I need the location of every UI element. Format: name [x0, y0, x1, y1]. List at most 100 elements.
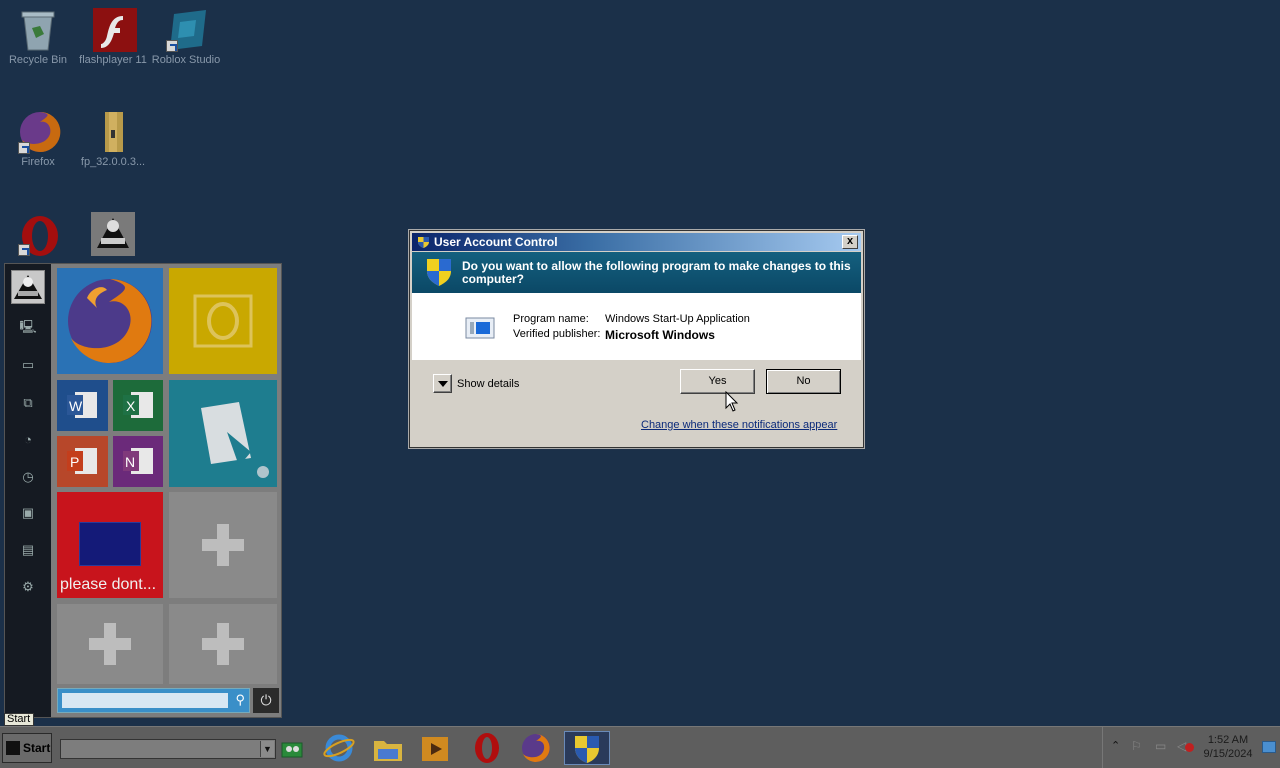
screenshot-thumbnail	[79, 522, 141, 566]
desktop-icon-label: fp_32.0.0.3...	[80, 156, 146, 168]
recycle-bin-icon	[18, 8, 58, 52]
start-search-box[interactable]: ⚲	[57, 688, 250, 713]
close-button[interactable]: x	[842, 235, 858, 249]
power-icon: ⏻	[260, 692, 272, 708]
svg-text:X: X	[126, 398, 136, 414]
desktop-icon-recycle-bin[interactable]: Recycle Bin	[0, 8, 76, 66]
word-icon: W	[67, 392, 97, 418]
svg-text:P: P	[70, 454, 79, 470]
media-player-icon[interactable]	[416, 731, 456, 765]
desktop-icon-label: Firefox	[21, 156, 55, 168]
desktop-icon-app[interactable]	[73, 212, 149, 256]
program-name-label: Program name:	[513, 313, 589, 325]
power-button[interactable]: ⏻	[253, 688, 279, 713]
clock[interactable]: 1:52 AM 9/15/2024	[1196, 733, 1260, 761]
mouse-cursor-icon	[725, 391, 739, 412]
contacts-icon[interactable]	[278, 731, 318, 765]
firefox-icon[interactable]	[516, 731, 556, 765]
clock-date: 9/15/2024	[1203, 748, 1253, 760]
desktop-icon-label: Recycle Bin	[8, 54, 68, 66]
powerpoint-tile[interactable]: P	[57, 436, 108, 487]
show-details-toggle[interactable]	[433, 374, 452, 393]
chevron-down-icon[interactable]: ▼	[260, 741, 274, 757]
shortcut-arrow-icon	[18, 142, 30, 154]
change-notifications-link[interactable]: Change when these notifications appear	[641, 419, 837, 431]
svg-text:W: W	[69, 398, 83, 414]
add-icon	[202, 623, 244, 665]
start-menu-rail: 🖳 ▭ ⧉ ◔ ◷ ▣ ▤ ⚙	[5, 264, 51, 717]
empty-tile[interactable]	[169, 604, 277, 684]
excel-icon: X	[123, 392, 153, 418]
dialog-question: Do you want to allow the following progr…	[462, 259, 851, 286]
clock-time: 1:52 AM	[1207, 734, 1249, 746]
excel-tile[interactable]: X	[113, 380, 163, 431]
custom-tile-label: please dont...	[60, 576, 157, 593]
file-explorer-icon[interactable]	[368, 731, 408, 765]
settings-icon[interactable]: ⚙	[17, 578, 39, 596]
onenote-icon: N	[123, 448, 153, 474]
roblox-studio-icon	[166, 8, 206, 52]
desktop-icon-label: Roblox Studio	[151, 54, 221, 66]
outlook-tile[interactable]	[169, 268, 277, 374]
yes-button[interactable]: Yes	[680, 369, 755, 394]
start-tooltip: Start	[4, 713, 34, 726]
firefox-icon	[18, 110, 61, 154]
desktop-icon-firefox[interactable]: Firefox	[0, 110, 76, 168]
recent-icon[interactable]: ◷	[17, 468, 39, 486]
start-menu: 🖳 ▭ ⧉ ◔ ◷ ▣ ▤ ⚙ W X P N please dont... ⚲…	[4, 263, 282, 718]
add-icon	[202, 524, 244, 566]
error-icon[interactable]	[1185, 743, 1194, 752]
flash-player-icon	[93, 8, 137, 52]
network-icon[interactable]: ⧉	[17, 394, 39, 412]
custom-tile[interactable]: please dont...	[57, 492, 163, 598]
show-hidden-icons-icon[interactable]: ⌃	[1111, 739, 1120, 752]
desktop-icon-flashplayer[interactable]: flashplayer 11	[75, 8, 151, 66]
users-icon[interactable]: ◔	[17, 431, 39, 449]
monitor-icon[interactable]: ▤	[17, 541, 39, 559]
shortcut-arrow-icon	[166, 40, 178, 52]
drive-icon[interactable]: ▭	[17, 356, 39, 374]
internet-explorer-icon[interactable]	[320, 731, 360, 765]
desktop-icon-roblox-studio[interactable]: Roblox Studio	[148, 8, 224, 66]
close-icon: x	[846, 235, 854, 247]
add-icon	[89, 623, 131, 665]
app-icon	[91, 212, 135, 256]
desktop-icon-fp-folder[interactable]: fp_32.0.0.3...	[75, 110, 151, 168]
search-icon[interactable]: ⚲	[235, 692, 245, 708]
no-button[interactable]: No	[766, 369, 841, 394]
opera-icon[interactable]	[468, 731, 508, 765]
taskbar: Start ▼ ⌃ ⚐ ▭ ◁ 1:52 AM 9/15/2024	[0, 726, 1280, 768]
dialog-title: User Account Control	[434, 235, 558, 249]
roblox-tile[interactable]	[169, 380, 277, 487]
outlook-icon	[193, 294, 253, 348]
user-avatar[interactable]	[11, 270, 45, 304]
uac-shield-icon[interactable]	[564, 731, 610, 765]
show-details-label[interactable]: Show details	[457, 378, 519, 390]
empty-tile[interactable]	[169, 492, 277, 598]
address-toolbar[interactable]: ▼	[60, 739, 276, 759]
svg-text:N: N	[125, 454, 135, 470]
firefox-icon	[68, 279, 152, 363]
start-button[interactable]: Start	[2, 733, 52, 763]
search-input[interactable]	[62, 693, 228, 708]
word-tile[interactable]: W	[57, 380, 108, 431]
uac-shield-icon	[427, 259, 451, 286]
show-desktop-button[interactable]	[1262, 741, 1276, 753]
dialog-title-bar[interactable]: User Account Control x	[412, 233, 861, 251]
desktop-icon-opera[interactable]	[0, 212, 76, 256]
empty-tile[interactable]	[57, 604, 163, 684]
program-name-value: Windows Start-Up Application	[605, 313, 750, 325]
computer-icon[interactable]: 🖳	[17, 318, 39, 336]
program-icon	[465, 317, 495, 339]
publisher-value: Microsoft Windows	[605, 328, 715, 342]
network-icon[interactable]: ▭	[1155, 739, 1166, 753]
firefox-tile[interactable]	[57, 268, 163, 374]
shortcut-arrow-icon	[18, 244, 30, 256]
dialog-body: Program name: Windows Start-Up Applicati…	[412, 293, 861, 360]
onenote-tile[interactable]: N	[113, 436, 163, 487]
shield-icon	[418, 237, 429, 248]
folder-icon	[93, 110, 133, 154]
display-icon[interactable]: ▣	[17, 504, 39, 522]
flag-icon[interactable]: ⚐	[1131, 739, 1142, 753]
roblox-studio-icon	[201, 402, 269, 478]
